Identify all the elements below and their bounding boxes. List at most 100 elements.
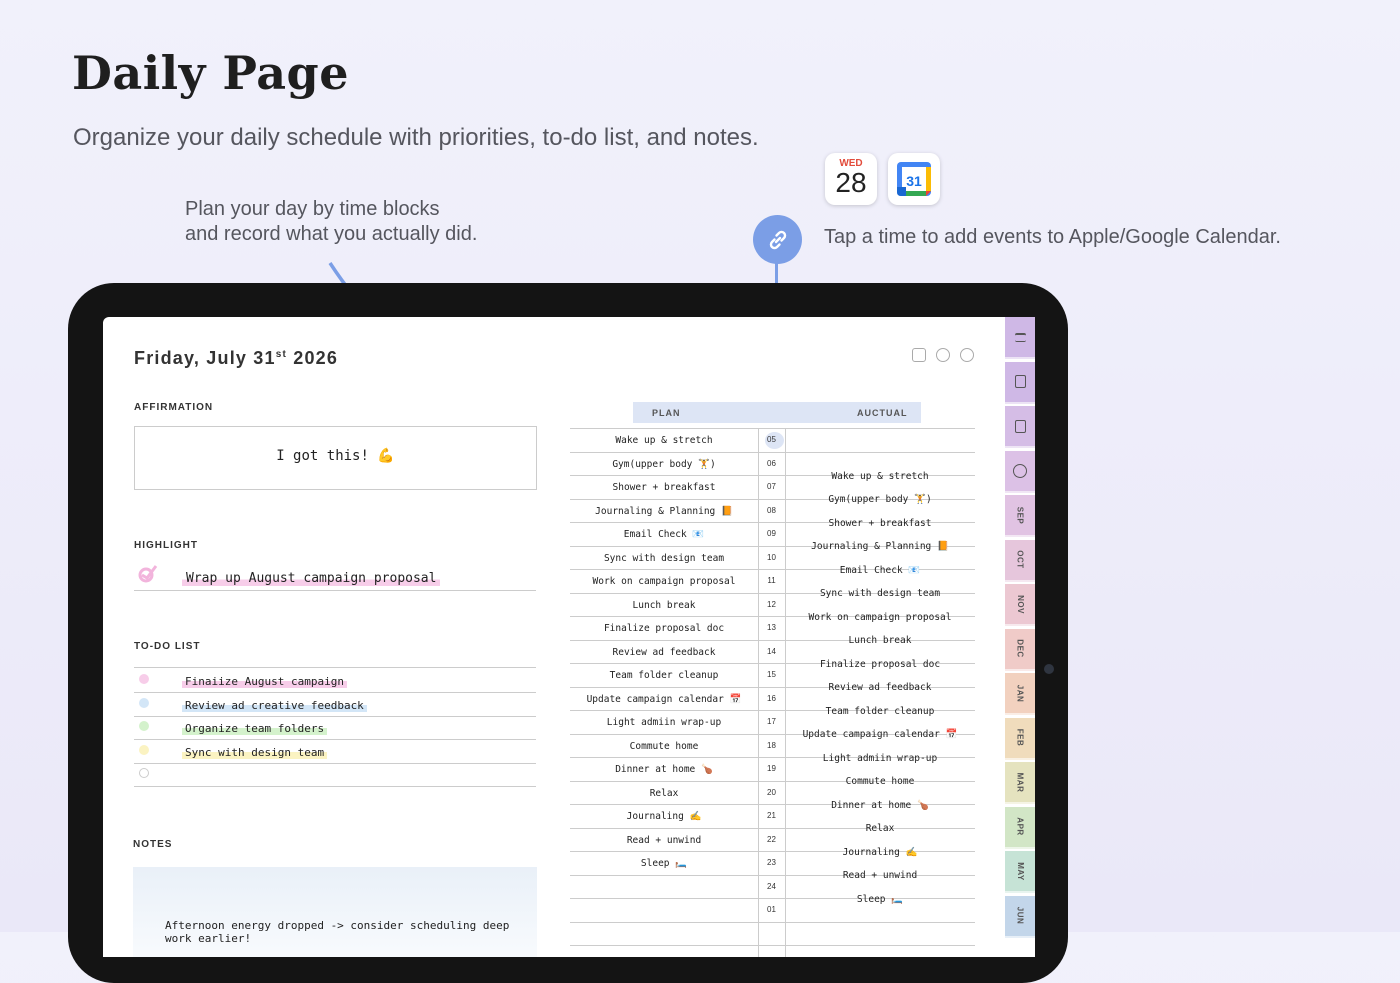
affirmation-text: I got this! 💪 (276, 448, 395, 464)
notebook-icon (1014, 375, 1026, 388)
tab-nov[interactable]: NOV (1005, 584, 1035, 626)
hour-cell[interactable]: 13 (758, 623, 785, 632)
plan-cell[interactable]: Finalize proposal doc (570, 623, 758, 634)
affirmation-box[interactable]: I got this! 💪 (134, 426, 537, 490)
planner-screen: Friday, July 31st 2026 AFFIRMATION I got… (103, 317, 1035, 957)
hour-cell[interactable]: 23 (758, 858, 785, 867)
todo-checkbox[interactable] (139, 744, 149, 755)
plan-cell[interactable]: Read + unwind (570, 835, 758, 846)
tab-label: APR (1015, 817, 1025, 836)
hour-cell[interactable]: 05 (758, 435, 785, 444)
plan-cell[interactable]: Commute home (570, 741, 758, 752)
document-icon (1014, 419, 1026, 433)
tab-sep[interactable]: SEP (1005, 495, 1035, 537)
highlight-text: Wrap up August campaign proposal (182, 571, 441, 586)
briefcase-icon[interactable] (912, 348, 926, 362)
toolbar-icons (912, 348, 974, 362)
highlight-row[interactable]: Wrap up August campaign proposal (134, 565, 536, 589)
hour-cell[interactable]: 19 (758, 764, 785, 773)
plan-cell[interactable]: Dinner at home 🍗 (570, 764, 758, 775)
hour-cell[interactable]: 10 (758, 553, 785, 562)
plan-cell[interactable]: Review ad feedback (570, 647, 758, 658)
tab-label: OCT (1015, 550, 1025, 569)
plan-cell[interactable]: Email Check 📧 (570, 529, 758, 540)
plan-cell[interactable]: Wake up & stretch (570, 435, 758, 446)
globe-icon[interactable] (936, 348, 950, 362)
schedule-row: Commute home 18 Light admiin wrap-up (570, 734, 975, 764)
tab-mar[interactable]: MAR (1005, 762, 1035, 804)
hour-cell[interactable]: 11 (758, 576, 785, 585)
todo-item[interactable]: Sync with design team (134, 740, 536, 764)
hour-cell[interactable]: 24 (758, 882, 785, 891)
tab-jan[interactable]: JAN (1005, 673, 1035, 715)
schedule-row: Wake up & stretch 05 (570, 428, 975, 453)
hour-cell[interactable]: 16 (758, 694, 785, 703)
divider (134, 786, 536, 787)
todo-item[interactable]: Finaiize August campaign (134, 669, 536, 693)
plan-cell[interactable]: Journaling ✍️ (570, 811, 758, 822)
hour-cell[interactable]: 15 (758, 670, 785, 679)
plan-cell[interactable]: Lunch break (570, 600, 758, 611)
schedule-row: Journaling & Planning 📙 08 Shower + breakf… (570, 499, 975, 529)
tab-notebook[interactable] (1005, 361, 1035, 404)
todo-item[interactable] (134, 763, 536, 787)
notes-area[interactable]: Afternoon energy dropped -> consider sch… (133, 867, 537, 957)
tab-apr[interactable]: APR (1005, 806, 1035, 849)
hour-cell[interactable]: 21 (758, 811, 785, 820)
plan-cell[interactable]: Work on campaign proposal (570, 576, 758, 587)
tab-dec[interactable]: DEC (1005, 628, 1035, 671)
plan-cell[interactable]: Sync with design team (570, 553, 758, 564)
notes-label: NOTES (133, 839, 173, 850)
hour-cell[interactable]: 06 (758, 459, 785, 468)
plan-cell[interactable]: Gym(upper body 🏋️) (570, 459, 758, 470)
tab-label: MAR (1015, 772, 1025, 792)
tab-label: JAN (1015, 684, 1025, 702)
schedule-row: Email Check 📧 09 Journaling & Planning 📙 (570, 522, 975, 552)
date-suffix: st (275, 349, 288, 360)
todo-text: Organize team folders (182, 722, 328, 735)
hour-cell[interactable]: 09 (758, 529, 785, 538)
hour-cell[interactable]: 20 (758, 788, 785, 797)
plan-cell[interactable]: Sleep 🛏️ (570, 858, 758, 869)
hour-cell[interactable]: 07 (758, 482, 785, 491)
schedule-row: Read + unwind 22 Journaling ✍️ (570, 828, 975, 858)
tab-oct[interactable]: OCT (1005, 539, 1035, 582)
schedule-row: Journaling ✍️ 21 Relax (570, 804, 975, 834)
tab-may[interactable]: MAY (1005, 851, 1035, 893)
tab-star[interactable] (1005, 450, 1035, 493)
hour-cell[interactable]: 18 (758, 741, 785, 750)
plan-cell[interactable]: Shower + breakfast (570, 482, 758, 493)
plan-cell[interactable]: Team folder cleanup (570, 670, 758, 681)
hour-cell[interactable]: 01 (758, 905, 785, 914)
todo-checkbox[interactable] (139, 674, 149, 684)
plan-label: PLAN (652, 408, 681, 418)
todo-checkbox[interactable] (139, 697, 149, 708)
todo-item[interactable]: Organize team folders (134, 716, 536, 740)
tab-label: FEB (1015, 728, 1025, 747)
schedule-row: 24 Sleep 🛏️ (570, 875, 975, 905)
hour-cell[interactable]: 14 (758, 647, 785, 656)
highlight-label: HIGHLIGHT (134, 540, 198, 551)
tab-jun[interactable]: JUN (1005, 895, 1035, 938)
plan-cell[interactable]: Light admiin wrap-up (570, 717, 758, 728)
plan-cell[interactable]: Relax (570, 788, 758, 799)
plan-cell[interactable]: Journaling & Planning 📙 (570, 506, 758, 517)
todo-checkbox[interactable] (139, 721, 149, 731)
tab-feb[interactable]: FEB (1005, 717, 1035, 760)
menu-icon (1014, 332, 1026, 342)
hour-cell[interactable]: 12 (758, 600, 785, 609)
pink-check-icon[interactable] (136, 563, 160, 583)
plan-cell[interactable]: Update campaign calendar 📅 (570, 694, 758, 705)
todo-text: Sync with design team (182, 745, 328, 759)
schedule-row: Sync with design team 10 Email Check 📧 (570, 546, 975, 576)
todo-checkbox[interactable] (139, 768, 149, 778)
ai-icon[interactable] (960, 348, 974, 362)
date-year: 2026 (287, 348, 339, 368)
hour-cell[interactable]: 22 (758, 835, 785, 844)
tab-menu[interactable] (1005, 317, 1035, 359)
hour-cell[interactable]: 08 (758, 506, 785, 515)
todo-item[interactable]: Review ad creative feedback (134, 693, 536, 717)
hour-cell[interactable]: 17 (758, 717, 785, 726)
schedule-row: Update campaign calendar 📅 16 Team folder … (570, 687, 975, 717)
tab-document[interactable] (1005, 406, 1035, 448)
